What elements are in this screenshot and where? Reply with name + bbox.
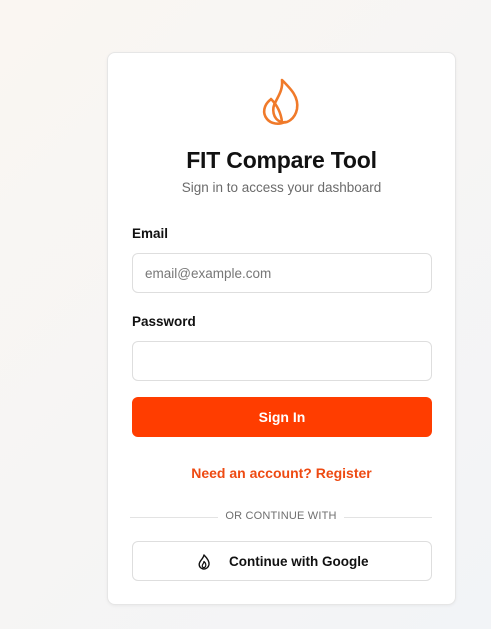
email-label: Email: [132, 226, 169, 241]
password-field[interactable]: [132, 341, 432, 381]
or-divider: OR CONTINUE WITH: [130, 510, 432, 524]
divider-line-right: [344, 517, 432, 518]
flame-icon: [198, 554, 210, 570]
divider-text: OR CONTINUE WITH: [225, 510, 337, 522]
continue-with-google-button[interactable]: Continue with Google: [132, 541, 432, 581]
login-card: FIT Compare Tool Sign in to access your …: [107, 52, 456, 605]
email-field[interactable]: [132, 253, 432, 293]
flame-leaf-icon: [262, 78, 299, 125]
google-button-label: Continue with Google: [229, 554, 369, 569]
app-title: FIT Compare Tool: [186, 147, 377, 173]
register-link[interactable]: Need an account? Register: [108, 465, 455, 481]
app-subtitle: Sign in to access your dashboard: [181, 180, 382, 195]
sign-in-button[interactable]: Sign In: [132, 397, 432, 437]
password-label: Password: [132, 314, 196, 329]
